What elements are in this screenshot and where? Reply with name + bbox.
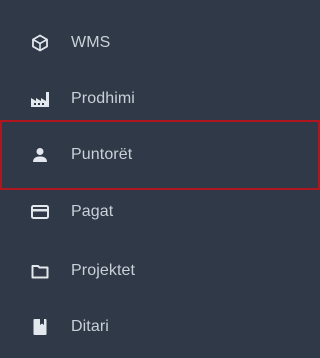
- sidebar-item-puntoret[interactable]: Puntorët: [0, 120, 320, 190]
- sidebar-item-label: Prodhimi: [71, 90, 135, 107]
- sidebar-item-label: Projektet: [71, 262, 136, 279]
- sidebar-item-label: Ditari: [71, 318, 109, 335]
- folder-icon: [30, 261, 50, 281]
- sidebar-item-projektet[interactable]: Projektet: [0, 243, 320, 299]
- sidebar-item-pagat[interactable]: Pagat: [0, 184, 320, 240]
- cube-outline-icon: [30, 33, 50, 53]
- sidebar-nav: WMS Prodhimi Puntorët Pagat Projektet Di…: [0, 0, 320, 358]
- book-icon: [30, 317, 50, 337]
- sidebar-item-ditari[interactable]: Ditari: [0, 299, 320, 355]
- person-icon: [30, 145, 50, 165]
- sidebar-item-label: WMS: [71, 34, 111, 51]
- factory-icon: [30, 89, 50, 109]
- credit-card-icon: [30, 202, 50, 222]
- sidebar-item-label: Pagat: [71, 203, 114, 220]
- sidebar-item-label: Puntorët: [71, 146, 133, 163]
- sidebar-item-prodhimi[interactable]: Prodhimi: [0, 71, 320, 127]
- sidebar-item-wms[interactable]: WMS: [0, 15, 320, 71]
